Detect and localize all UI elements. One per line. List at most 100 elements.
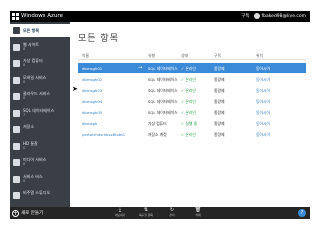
table-row[interactable]: dbmsgh01 SQL 데이터베이스 ✓ 온라인 종량제 동아시아 → — [78, 63, 306, 73]
row-arrow-icon[interactable]: → — [138, 65, 142, 71]
command-label: 관리 — [169, 213, 175, 217]
resource-location: 동아시아 — [256, 77, 270, 82]
page-title: 모든 항목 — [78, 34, 119, 44]
command-button[interactable]: ↻ 관리 — [162, 208, 182, 218]
new-button[interactable]: + 새로 만들기 — [12, 208, 43, 218]
azure-logo[interactable]: Windows Azure — [12, 12, 63, 21]
resource-status: ✓ 온라인 — [181, 132, 196, 137]
credit-link[interactable]: 구독 — [241, 12, 249, 21]
resource-type: SQL 데이터베이스 — [148, 66, 178, 71]
column-header-location[interactable]: 위치 — [256, 53, 263, 59]
main-content: 모든 항목 이름 유형 상태 구독 위치 dbmsgh01 SQL 데이터베이스 ✓… — [70, 22, 310, 207]
resource-status: ✓ 온라인 — [181, 99, 196, 104]
sidebar-item[interactable]: 웹 사이트 0 — [10, 41, 70, 54]
table-row[interactable]: portalvhdsrhbxz8txbt1 저장소 계정 ✓ 온라인 종량제 동아시아 — [78, 129, 306, 139]
table-row[interactable]: dbmsgh 가상 컴퓨터 ✓ 실행 중 종량제 동아시아 — [78, 118, 306, 128]
sidebar-item[interactable]: 클라우드 서비스 0 — [10, 90, 70, 103]
user-icon — [253, 12, 260, 19]
resource-status: ✓ 온라인 — [181, 110, 196, 115]
table-row[interactable]: dbmsgh02 SQL 데이터베이스 ✓ 온라인 종량제 동아시아 — [78, 74, 306, 84]
resource-location: 동아시아 — [256, 132, 270, 137]
resource-subscription: 종량제 — [214, 66, 225, 71]
resource-status: ✓ 온라인 — [181, 77, 196, 82]
database-icon — [13, 109, 20, 117]
sidebar-item[interactable]: 서비스 버스 0 — [10, 173, 70, 186]
resource-location: 동아시아 — [256, 99, 270, 104]
resource-type: SQL 데이터베이스 — [148, 88, 178, 93]
sidebar-item[interactable]: 비주얼 스튜디오 — [10, 189, 70, 202]
sidebar-item-count: 0 — [23, 46, 26, 51]
windows-logo-icon — [12, 13, 19, 20]
sidebar-item[interactable]: 모든 항목 — [10, 24, 70, 37]
sidebar-item-label: 웹 사이트 — [23, 41, 39, 47]
command-bar: + 새로 만들기 ⤓ 내보내기 ⇅ 복구할 항목 ↻ 관리 🗑 삭제 ? — [10, 207, 310, 219]
resource-status: ✓ 온라인 — [181, 88, 196, 93]
visualstudio-icon — [13, 192, 20, 199]
resource-type: SQL 데이터베이스 — [148, 110, 178, 115]
sidebar-item-count: 0 — [23, 145, 26, 150]
sidebar-item-count: 7 — [23, 112, 26, 117]
table-row[interactable]: dbmsgh04 SQL 데이터베이스 ✓ 온라인 종량제 동아시아 — [78, 96, 306, 106]
resource-type: 가상 컴퓨터 — [148, 121, 167, 126]
sidebar-item-count: 0 — [23, 162, 26, 166]
resource-subscription: 종량제 — [214, 88, 225, 93]
resource-location: 동아시아 — [256, 110, 270, 115]
command-label: 내보내기 — [114, 213, 126, 217]
command-button[interactable]: ⤓ 내보내기 — [110, 208, 130, 218]
resource-location: 동아시아 — [256, 66, 270, 71]
sidebar-item-label: 서비스 버스 — [23, 173, 43, 179]
user-email: fbaked98@live.com — [261, 14, 306, 19]
top-bar: Windows Azure 구독 fbaked98@live.com — [10, 11, 310, 22]
column-header-type[interactable]: 유형 — [148, 53, 155, 59]
table-header: 이름 유형 상태 구독 위치 — [78, 50, 306, 60]
resource-location: 동아시아 — [256, 88, 270, 93]
account-area: 구독 fbaked98@live.com — [241, 12, 306, 21]
sidebar-item-label: 가상 컴퓨터 — [23, 58, 43, 63]
sidebar-item-count: 0 — [23, 178, 26, 183]
mobile-icon — [13, 76, 20, 84]
resource-name[interactable]: dbmsgh04 — [82, 99, 102, 104]
user-menu[interactable]: fbaked98@live.com — [253, 12, 306, 21]
website-icon — [13, 43, 20, 51]
resource-location: 동아시아 — [256, 121, 270, 126]
sidebar-item[interactable]: 저장소 — [10, 123, 70, 136]
resource-name[interactable]: dbmsgh05 — [82, 110, 102, 115]
sidebar-item-label: 비주얼 스튜디오 — [23, 190, 51, 195]
resource-name[interactable]: dbmsgh01 — [82, 66, 102, 71]
column-header-subscription[interactable]: 구독 — [214, 53, 221, 59]
sidebar: 모든 항목 웹 사이트 0 가상 컴퓨터 0 모바일 서비스 0 클라우드 서비스 0 SQL 데… — [10, 22, 70, 207]
resource-type: SQL 데이터베이스 — [148, 77, 178, 82]
resource-name[interactable]: dbmsgh03 — [82, 88, 102, 93]
table-row[interactable]: dbmsgh03 SQL 데이터베이스 ✓ 온라인 종량제 동아시아 — [78, 85, 306, 95]
resource-subscription: 종량제 — [214, 121, 225, 126]
sidebar-item[interactable]: 가상 컴퓨터 0 — [10, 57, 70, 70]
resource-name[interactable]: portalvhdsrhbxz8txbt1 — [82, 132, 125, 137]
resource-name[interactable]: dbmsgh — [82, 121, 97, 126]
resource-type: SQL 데이터베이스 — [148, 99, 178, 104]
command-button[interactable]: ⇅ 복구할 항목 — [136, 208, 156, 218]
command-label: 복구할 항목 — [139, 213, 153, 217]
sidebar-item[interactable]: SQL 데이터베이스 7 — [10, 107, 70, 120]
column-header-status[interactable]: 상태 — [181, 53, 188, 59]
sidebar-item-count: 0 — [23, 79, 26, 84]
help-button[interactable]: ? — [298, 209, 306, 217]
resource-subscription: 종량제 — [214, 77, 225, 82]
sidebar-item-count: 0 — [23, 96, 26, 100]
cloud-icon — [13, 93, 20, 100]
resource-status: ✓ 온라인 — [181, 66, 196, 71]
column-header-name[interactable]: 이름 — [82, 53, 89, 59]
sidebar-item-label: SQL 데이터베이스 — [23, 107, 55, 113]
resource-subscription: 종량제 — [214, 132, 225, 137]
sidebar-item[interactable]: 미디어 서비스 0 — [10, 156, 70, 169]
command-button[interactable]: 🗑 삭제 — [188, 208, 208, 218]
vm-icon — [13, 60, 20, 67]
sidebar-item[interactable]: 모바일 서비스 0 — [10, 74, 70, 87]
sidebar-item[interactable]: HD 통찰 0 — [10, 140, 70, 153]
sidebar-item-label: 모든 항목 — [23, 28, 40, 33]
resource-type: 저장소 계정 — [148, 132, 167, 137]
resource-subscription: 종량제 — [214, 110, 225, 115]
resource-subscription: 종량제 — [214, 99, 225, 104]
brand-name: Windows Azure — [21, 13, 63, 19]
table-row[interactable]: dbmsgh05 SQL 데이터베이스 ✓ 온라인 종량제 동아시아 — [78, 107, 306, 117]
resource-name[interactable]: dbmsgh02 — [82, 77, 102, 82]
